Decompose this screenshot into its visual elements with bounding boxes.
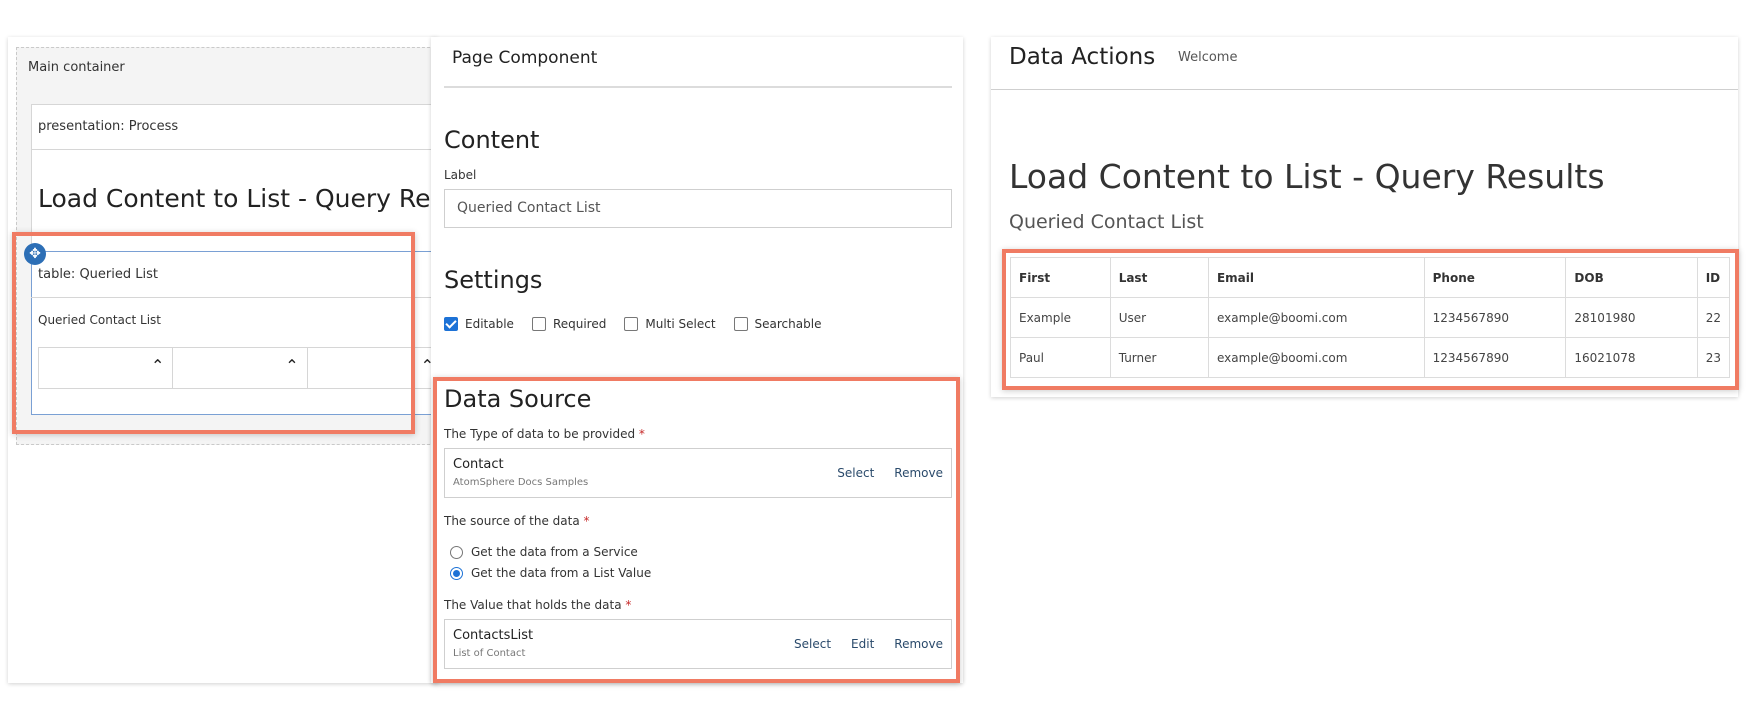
checkbox[interactable]: [733, 317, 748, 331]
settings-section-title: Settings: [444, 266, 543, 294]
divider: [444, 86, 952, 88]
preview-app-title: Data Actions: [1009, 44, 1156, 70]
highlight-frame-preview-table: [1002, 249, 1739, 390]
checkbox[interactable]: [531, 317, 546, 331]
searchable-checkbox[interactable]: Searchable: [733, 317, 821, 331]
settings-checkboxes: Editable Required Multi Select Searchabl…: [444, 317, 821, 331]
checkbox[interactable]: [624, 317, 639, 331]
preview-page-heading: Load Content to List - Query Results: [1009, 157, 1605, 196]
required-checkbox[interactable]: Required: [531, 317, 606, 331]
preview-table-label: Queried Contact List: [1009, 211, 1204, 233]
highlight-frame-table: [12, 232, 415, 434]
main-container-label: Main container: [28, 60, 125, 75]
properties-header: Page Component: [452, 48, 598, 68]
editable-checkbox[interactable]: Editable: [444, 317, 514, 331]
highlight-frame-data-source: [433, 377, 960, 683]
move-icon[interactable]: ✥: [24, 243, 46, 265]
multi-select-checkbox[interactable]: Multi Select: [624, 317, 716, 331]
content-section-title: Content: [444, 126, 540, 154]
checkbox-checked[interactable]: [444, 317, 458, 331]
label-field-caption: Label: [444, 168, 477, 182]
preview-welcome-link[interactable]: Welcome: [1178, 50, 1237, 65]
divider: [31, 149, 451, 150]
divider: [991, 89, 1738, 90]
label-field[interactable]: Queried Contact List: [444, 189, 952, 228]
canvas-page-title: Load Content to List - Query Results: [38, 184, 490, 213]
presentation-component-label: presentation: Process: [38, 119, 179, 134]
